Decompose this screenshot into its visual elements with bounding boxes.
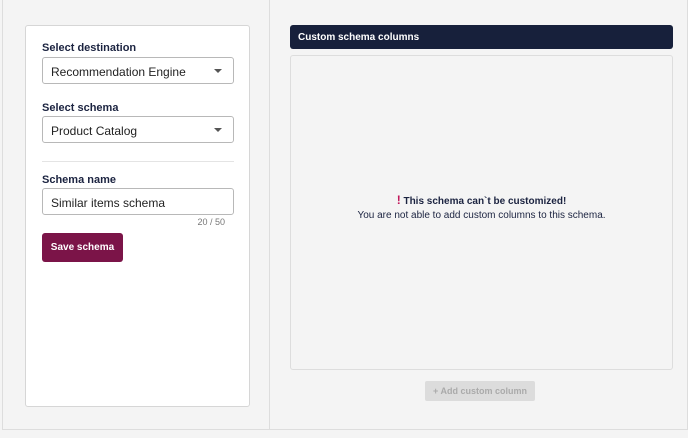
save-schema-button[interactable]: Save schema [42,233,123,262]
warning-text: You are not able to add custom columns t… [291,210,672,221]
destination-select[interactable]: Recommendation Engine [42,57,234,84]
character-counter: 20 / 50 [176,217,225,227]
chevron-down-icon [214,69,222,73]
warning-title: ! This schema can`t be customized! [291,193,672,207]
exclamation-icon: ! [397,193,401,207]
add-custom-column-button[interactable]: + Add custom column [425,381,535,401]
divider [42,161,234,162]
destination-value: Recommendation Engine [51,65,186,79]
schema-value: Product Catalog [51,124,137,138]
custom-columns-header: Custom schema columns [290,25,673,49]
destination-label: Select destination [42,42,136,54]
custom-columns-area: ! This schema can`t be customized! You a… [290,55,673,370]
schema-name-label: Schema name [42,174,116,186]
schema-name-input[interactable]: Similar items schema [42,188,234,215]
warning-title-text: This schema can`t be customized! [403,196,566,207]
schema-name-value: Similar items schema [51,196,165,210]
schema-form-panel: Select destination Recommendation Engine… [25,25,250,407]
schema-label: Select schema [42,102,118,114]
panel-divider [269,0,270,430]
chevron-down-icon [214,128,222,132]
schema-select[interactable]: Product Catalog [42,116,234,143]
